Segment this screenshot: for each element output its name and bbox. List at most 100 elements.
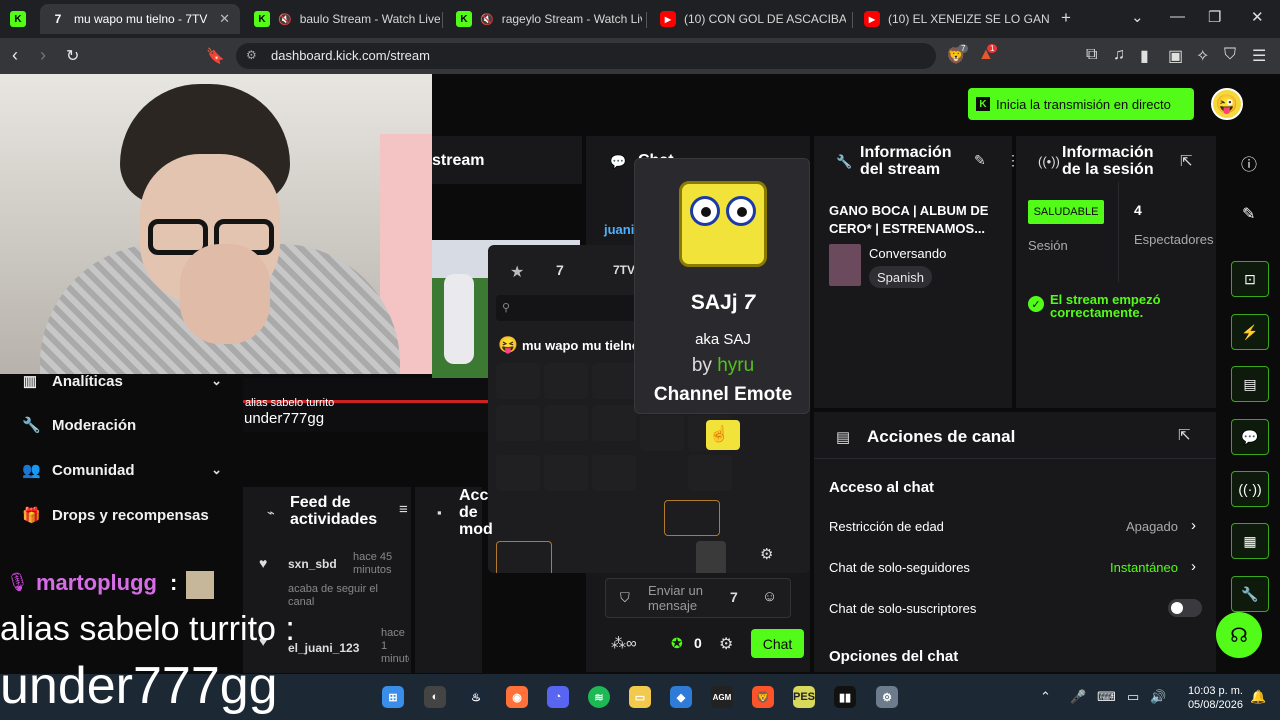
site-info-icon[interactable]: ⚙ [246, 48, 257, 62]
stream-category[interactable]: Conversando [869, 246, 946, 261]
minimize-icon[interactable]: — [1170, 8, 1185, 25]
feed-user[interactable]: el_juani_123 [288, 641, 359, 655]
broadcast-icon[interactable]: ((·)) [1231, 471, 1269, 507]
info-icon[interactable]: ⓘ [1241, 151, 1257, 175]
close-icon[interactable]: ✕ [219, 11, 230, 27]
help-chat-button[interactable]: ☊ [1216, 612, 1262, 658]
nav-drops[interactable]: 🎁 Drops y recompensas [22, 503, 222, 527]
restore-icon[interactable]: ❐ [1208, 8, 1221, 26]
vpn-icon[interactable]: ⛉ [1224, 46, 1236, 64]
emote-cell[interactable] [664, 500, 720, 536]
browser-tab-5[interactable]: ▶ (10) EL XENEIZE SE LO GANÓ AL [854, 4, 1050, 34]
leo-icon[interactable]: ✧ [1196, 46, 1209, 66]
steam-icon[interactable]: ♨ [465, 686, 487, 708]
recording-app-icon[interactable]: ◐ [424, 686, 446, 708]
new-tab-button[interactable]: + [1061, 8, 1071, 28]
emote-cell[interactable] [688, 455, 732, 491]
settings-icon[interactable]: ⚙ [719, 634, 733, 654]
keyboard-icon[interactable]: ⌨ [1097, 689, 1116, 705]
layout-icon[interactable]: ▦ [1231, 523, 1269, 559]
nav-moderacion[interactable]: 🔧 Moderación [22, 413, 222, 437]
brave-icon[interactable]: 🦁 [752, 686, 774, 708]
browser-tab-3[interactable]: K 🔇 rageylo Stream - Watch Live [446, 4, 642, 34]
emote-cell[interactable] [592, 363, 636, 399]
kick-icon[interactable]: K [10, 11, 26, 27]
7tv-icon[interactable]: 7 [556, 262, 564, 278]
windows-start-icon[interactable]: ⊞ [382, 686, 404, 708]
close-window-icon[interactable]: ✕ [1251, 8, 1264, 26]
followers-only-row[interactable]: Chat de solo-seguidores Instantáneo › [814, 549, 1216, 585]
edit-icon[interactable]: ✎ [1242, 204, 1255, 224]
settings-icon[interactable]: ⚙ [760, 545, 773, 563]
picker-tab-7tv[interactable]: 7TV [613, 263, 635, 277]
mod-title-line: Acc [459, 487, 489, 504]
category-image[interactable] [829, 244, 861, 286]
pes-icon[interactable]: PES [793, 686, 815, 708]
discord-icon[interactable]: ◔ [547, 686, 569, 708]
emote-cell[interactable] [496, 455, 540, 491]
mod-icon: ▪ [437, 505, 442, 520]
agm-icon[interactable]: AGM [711, 686, 733, 708]
forward-icon[interactable]: › [40, 45, 46, 66]
spotify-icon[interactable]: ≋ [588, 686, 610, 708]
popout-icon[interactable]: ⇱ [1178, 426, 1191, 444]
7tv-icon[interactable]: 7 [730, 589, 738, 605]
network-icon[interactable]: ▭ [1127, 689, 1139, 705]
bookmark-icon[interactable]: 🔖 [206, 47, 225, 65]
feed-user[interactable]: sxn_sbd [288, 557, 337, 571]
browser-tab-1[interactable]: 7 mu wapo mu tielno - 7TV ✕ [40, 4, 240, 34]
emote-cell[interactable] [496, 363, 540, 399]
emote-cell[interactable] [640, 415, 684, 451]
sidebar-icon[interactable]: ▮ [1140, 46, 1149, 66]
emote-cell[interactable] [496, 541, 552, 573]
rocket-league-icon[interactable]: ◆ [670, 686, 692, 708]
document-icon[interactable]: ▤ [1231, 366, 1269, 402]
avatar[interactable]: 😜 [1211, 88, 1243, 120]
emote-cell[interactable] [696, 541, 726, 573]
microphone-icon[interactable]: 🎤 [1070, 689, 1086, 705]
community-icon[interactable]: ⁂∞ [611, 634, 637, 652]
browser-tab-2[interactable]: K 🔇 baulo Stream - Watch Live o [244, 4, 440, 34]
nav-comunidad[interactable]: 👥 Comunidad ⌄ [22, 458, 222, 482]
subscribers-only-toggle[interactable] [1168, 599, 1202, 617]
emote-cell[interactable] [592, 455, 636, 491]
camera-icon[interactable]: ⊡ [1231, 261, 1269, 297]
emote-cell[interactable] [592, 405, 636, 441]
filter-icon[interactable]: ≡ [399, 501, 408, 518]
wrench-icon[interactable]: 🔧 [1231, 576, 1269, 612]
lightning-icon[interactable]: ⚡ [1231, 314, 1269, 350]
send-chat-button[interactable]: Chat [751, 629, 804, 658]
emote-cell[interactable] [544, 455, 588, 491]
age-restriction-row[interactable]: Restricción de edad Apagado › [814, 508, 1216, 544]
emote-cell[interactable] [544, 363, 588, 399]
popout-icon[interactable]: ⇱ [1180, 152, 1193, 170]
taskbar-clock[interactable]: 10:03 p. m. 05/08/2026 [1177, 684, 1243, 712]
go-live-button[interactable]: K Inicia la transmisión en directo [968, 88, 1194, 120]
emoji-icon[interactable]: ☺ [762, 588, 777, 605]
wallet-icon[interactable]: ▣ [1168, 46, 1183, 66]
audio-app-icon[interactable]: ▮▮ [834, 686, 856, 708]
firefox-icon[interactable]: ◉ [506, 686, 528, 708]
browser-tab-4[interactable]: ▶ (10) CON GOL DE ASCACIBAR, E [650, 4, 846, 34]
emote-search-input[interactable]: ⚲ [496, 295, 636, 321]
back-icon[interactable]: ‹ [12, 45, 18, 66]
file-explorer-icon[interactable]: ▭ [629, 686, 651, 708]
emote-cell[interactable] [496, 405, 540, 441]
tab-search-icon[interactable]: ⌄ [1131, 8, 1144, 26]
volume-icon[interactable]: 🔊 [1150, 689, 1166, 705]
address-bar[interactable]: ⚙ dashboard.kick.com/stream [236, 43, 936, 69]
chat-icon[interactable]: 💬 [1231, 419, 1269, 455]
chat-username[interactable]: juani [604, 222, 634, 237]
media-icon[interactable]: ♫ [1113, 46, 1125, 64]
reload-icon[interactable]: ↻ [66, 46, 79, 66]
notification-icon[interactable]: 🔔 [1250, 689, 1266, 705]
emote-author[interactable]: hyru [717, 355, 754, 376]
emote-cell[interactable] [544, 405, 588, 441]
extensions-icon[interactable]: ⧉ [1086, 46, 1097, 64]
star-icon[interactable]: ★ [510, 262, 524, 282]
chevron-up-icon[interactable]: ⌃ [1040, 689, 1051, 705]
menu-icon[interactable]: ☰ [1252, 46, 1266, 66]
chat-input[interactable]: ⛉ Enviar un mensaje 7 ☺ [605, 578, 791, 618]
edit-icon[interactable]: ✎ [974, 152, 986, 169]
settings-icon[interactable]: ⚙ [876, 686, 898, 708]
